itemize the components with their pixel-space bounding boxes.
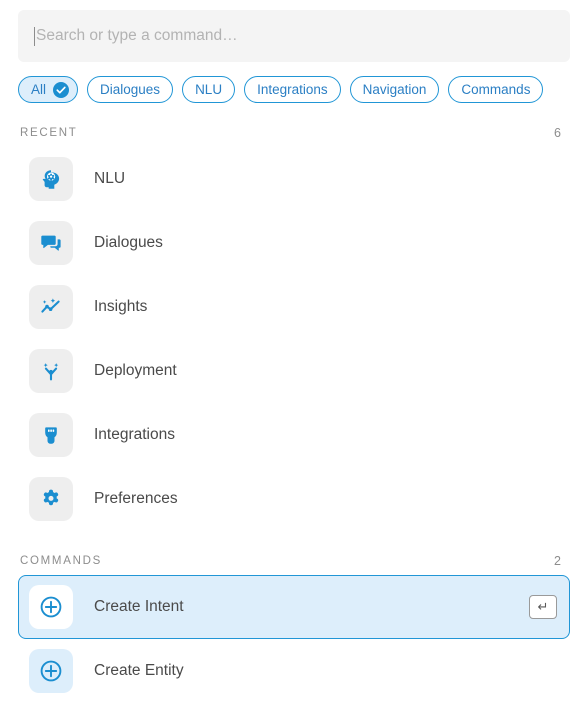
commands-list: Create Intent ↵ Create Entity bbox=[0, 575, 588, 703]
section-count: 2 bbox=[554, 554, 561, 568]
search-box[interactable] bbox=[18, 10, 570, 62]
filter-chip-integrations[interactable]: Integrations bbox=[244, 76, 341, 103]
plug-connector-icon bbox=[29, 413, 73, 457]
command-palette: All Dialogues NLU Integrations Navigatio… bbox=[0, 0, 588, 700]
plus-circle-icon bbox=[29, 649, 73, 693]
branch-fork-icon bbox=[29, 349, 73, 393]
list-item-label: Integrations bbox=[94, 426, 175, 443]
check-circle-icon bbox=[53, 81, 70, 98]
recent-list: NLU Dialogues Insights Deployment Integr… bbox=[0, 147, 588, 531]
list-item-dialogues[interactable]: Dialogues bbox=[18, 211, 570, 275]
brain-head-gear-icon bbox=[29, 157, 73, 201]
plus-circle-icon bbox=[29, 585, 73, 629]
filter-chip-all[interactable]: All bbox=[18, 76, 79, 103]
filter-chip-label: All bbox=[31, 82, 47, 97]
list-item-deployment[interactable]: Deployment bbox=[18, 339, 570, 403]
list-item-integrations[interactable]: Integrations bbox=[18, 403, 570, 467]
list-item-label: Create Intent bbox=[94, 598, 184, 615]
filter-chip-label: Commands bbox=[461, 82, 531, 97]
filter-chip-label: Integrations bbox=[257, 82, 328, 97]
filter-chip-label: Navigation bbox=[362, 82, 427, 97]
list-item-insights[interactable]: Insights bbox=[18, 275, 570, 339]
filter-chip-commands[interactable]: Commands bbox=[448, 76, 544, 103]
section-header-recent: RECENT 6 bbox=[0, 119, 588, 147]
section-header-commands: COMMANDS 2 bbox=[0, 547, 588, 575]
gear-icon bbox=[29, 477, 73, 521]
list-item-create-intent[interactable]: Create Intent ↵ bbox=[18, 575, 570, 639]
filter-chip-dialogues[interactable]: Dialogues bbox=[87, 76, 174, 103]
list-item-label: Deployment bbox=[94, 362, 177, 379]
search-input[interactable] bbox=[36, 25, 554, 47]
chat-bubbles-icon bbox=[29, 221, 73, 265]
enter-key-badge: ↵ bbox=[529, 595, 557, 619]
list-item-label: Insights bbox=[94, 298, 148, 315]
list-item-preferences[interactable]: Preferences bbox=[18, 467, 570, 531]
filter-chip-list: All Dialogues NLU Integrations Navigatio… bbox=[0, 62, 588, 103]
list-item-label: Create Entity bbox=[94, 662, 184, 679]
section-count: 6 bbox=[554, 126, 561, 140]
filter-chip-nlu[interactable]: NLU bbox=[182, 76, 236, 103]
search-area bbox=[0, 0, 588, 62]
filter-chip-label: NLU bbox=[195, 82, 223, 97]
list-item-label: Dialogues bbox=[94, 234, 163, 251]
section-title: COMMANDS bbox=[20, 555, 102, 567]
trend-sparkline-icon bbox=[29, 285, 73, 329]
list-item-label: NLU bbox=[94, 170, 126, 187]
list-item-create-entity[interactable]: Create Entity bbox=[18, 639, 570, 703]
filter-chip-navigation[interactable]: Navigation bbox=[349, 76, 440, 103]
section-title: RECENT bbox=[20, 127, 78, 139]
text-cursor bbox=[34, 26, 35, 46]
filter-chip-label: Dialogues bbox=[100, 82, 161, 97]
list-item-nlu[interactable]: NLU bbox=[18, 147, 570, 211]
list-item-label: Preferences bbox=[94, 490, 178, 507]
